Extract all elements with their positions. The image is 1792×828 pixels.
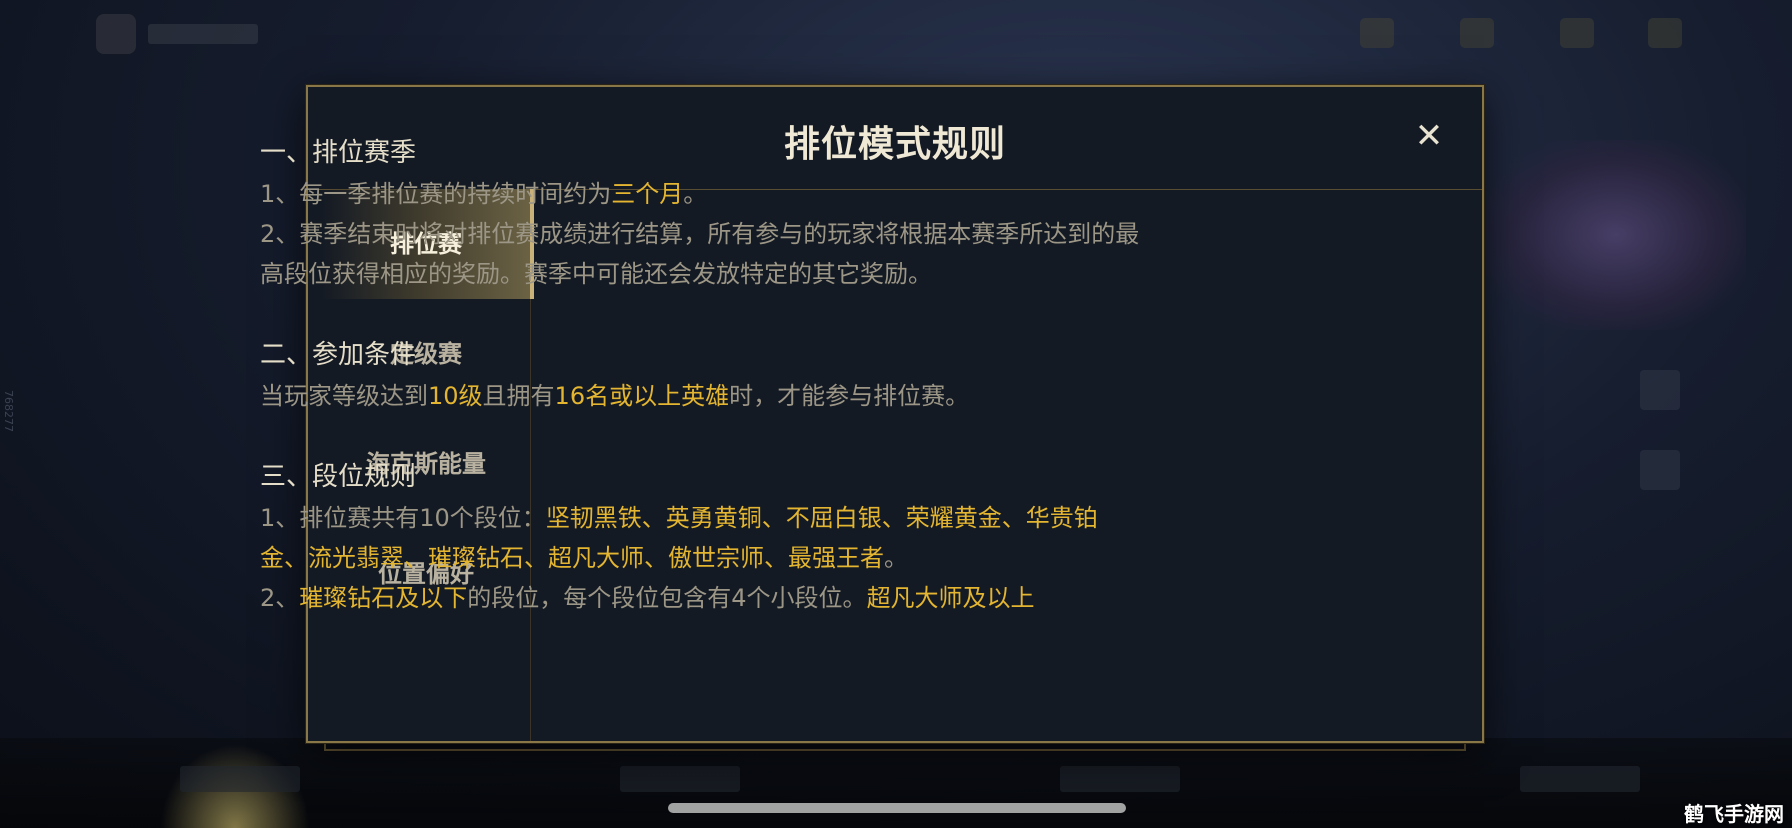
section-title: 二、参加条件 [260, 340, 417, 370]
game-logo-icon [96, 14, 136, 54]
background-bottom-tab [620, 766, 740, 792]
background-side-icon [1640, 370, 1680, 410]
rule-text: 1、每一季排位赛的持续时间约为三个月。 [260, 180, 708, 208]
background-nav-icon [1648, 18, 1682, 48]
rule-text: 当玩家等级达到10级且拥有16名或以上英雄时，才能参与排位赛。 [260, 382, 970, 410]
background-id-text: 768277 [2, 390, 15, 432]
rule-text: 2、赛季结束时将对排位赛成绩进行结算，所有参与的玩家将根据本赛季所达到的最高段位… [260, 220, 1140, 288]
modal-bottom-frame [324, 743, 1466, 751]
rule-text: 1、排位赛共有10个段位：坚韧黑铁、英勇黄铜、不屈白银、荣耀黄金、华贵铂金、流光… [260, 504, 1098, 572]
rule-text: 2、璀璨钻石及以下的段位，每个段位包含有4个小段位。超凡大师及以上 [260, 584, 1035, 612]
background-logo-label [148, 24, 258, 44]
background-nav-icon [1460, 18, 1494, 48]
rules-content[interactable]: 一、排位赛季 1、每一季排位赛的持续时间约为三个月。 2、赛季结束时将对排位赛成… [260, 132, 1140, 638]
background-champion-art [1486, 140, 1746, 330]
background-side-icon [1640, 450, 1680, 490]
background-bottom-tab [1060, 766, 1180, 792]
close-icon[interactable]: ✕ [1404, 111, 1454, 161]
home-indicator[interactable] [668, 803, 1126, 813]
section-title: 一、排位赛季 [260, 138, 417, 168]
section-title: 三、段位规则 [260, 462, 417, 492]
background-nav-icon [1560, 18, 1594, 48]
background-bottom-tab [1520, 766, 1640, 792]
background-nav-icon [1360, 18, 1394, 48]
background-top-bar [0, 0, 1792, 72]
background-bottom-tab [180, 766, 300, 792]
watermark: 鹤飞手游网 [1684, 802, 1784, 826]
